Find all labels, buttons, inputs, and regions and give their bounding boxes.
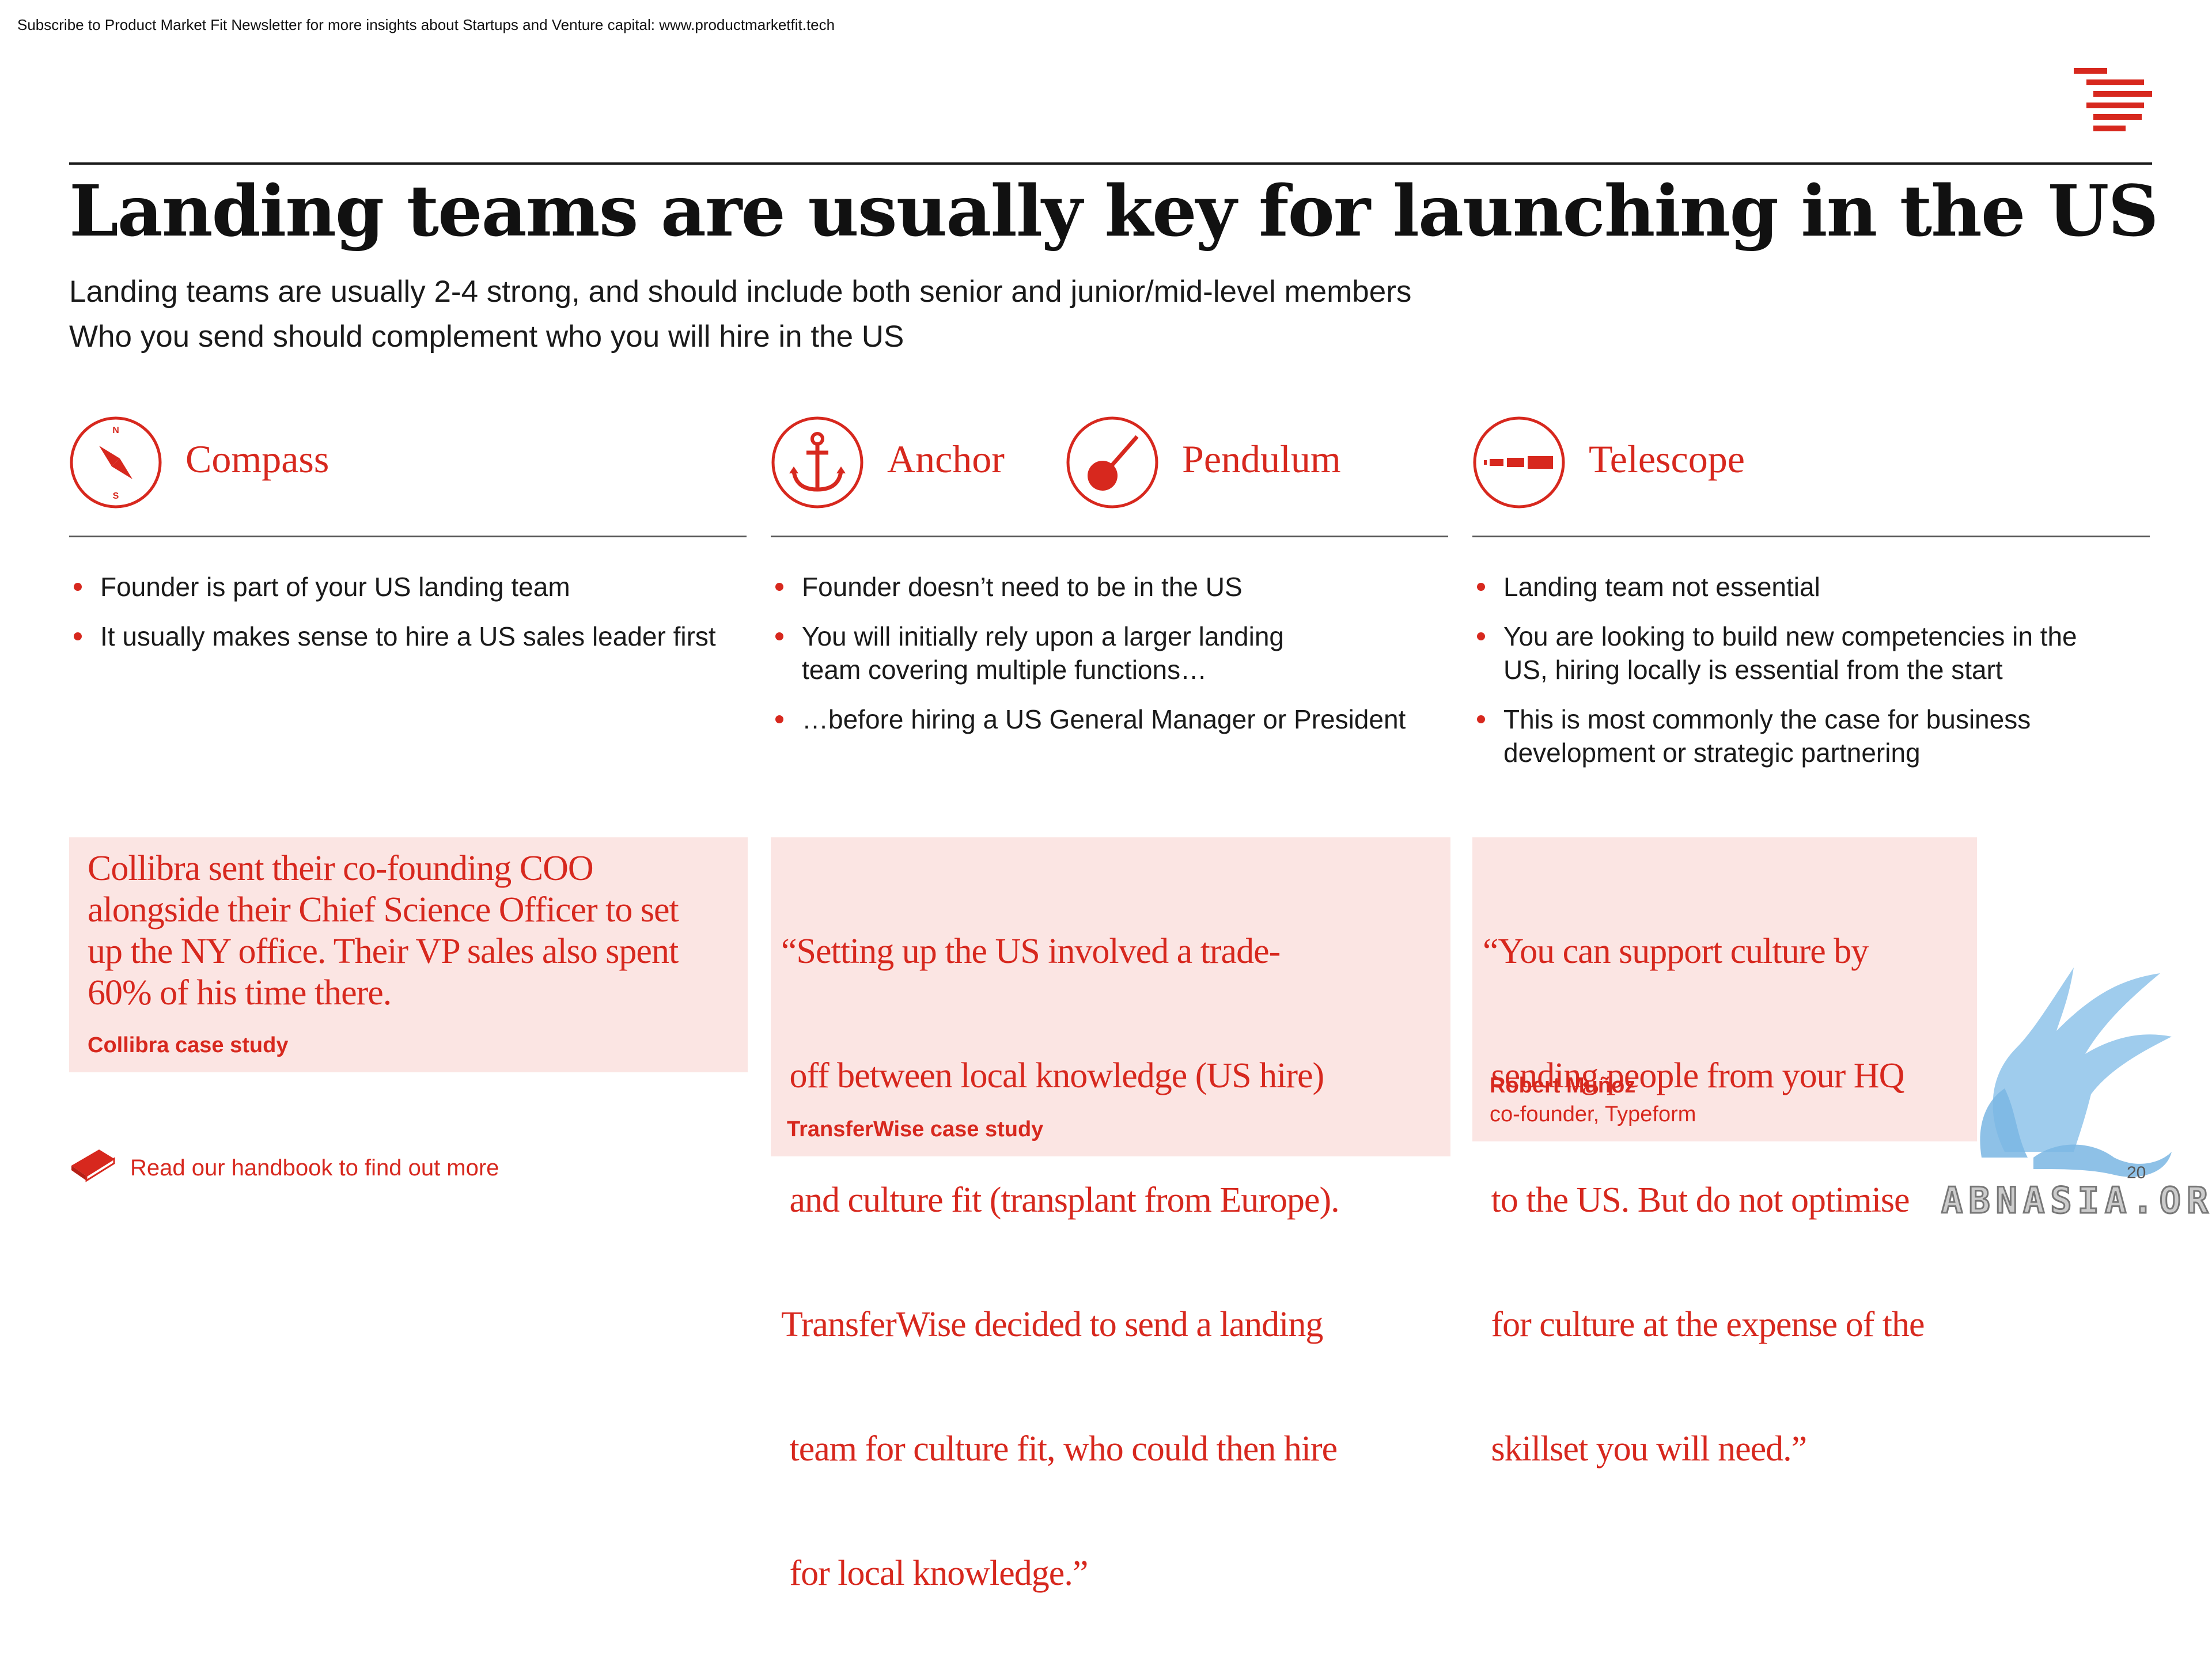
quote-box-transferwise: “Setting up the US involved a trade- off… <box>771 837 1450 1593</box>
telescope-heading: Telescope <box>1589 437 1745 481</box>
pendulum-heading: Pendulum <box>1182 437 1341 481</box>
quote-line: “Setting up the US involved a trade- <box>781 932 1281 971</box>
quote-source-transferwise: TransferWise case study <box>787 1117 1044 1141</box>
compass-icon: N S <box>70 416 162 509</box>
list-item: Founder doesn’t need to be in the US <box>773 570 1453 604</box>
list-item: Founder is part of your US landing team <box>71 570 751 604</box>
column-rule-anchor <box>771 536 1448 537</box>
anchor-heading: Anchor <box>887 437 1005 481</box>
quote-box-typeform: “You can support culture by sending peop… <box>1472 837 1977 1469</box>
list-item: You are looking to build new competencie… <box>1475 620 2126 686</box>
anchor-bullets: Founder doesn’t need to be in the US You… <box>773 570 1453 752</box>
quote-line: skillset you will need.” <box>1483 1429 1808 1469</box>
quote-box-collibra: Collibra sent their co-founding COO alon… <box>69 837 748 1072</box>
subtitle-line-1: Landing teams are usually 2-4 strong, an… <box>69 275 1412 309</box>
telescope-bullets: Landing team not essential You are looki… <box>1475 570 2126 786</box>
page-number: 20 <box>2127 1163 2146 1182</box>
list-item: This is most commonly the case for busin… <box>1475 703 2108 769</box>
quote-line: TransferWise decided to send a landing <box>781 1305 1323 1344</box>
quote-text-collibra: Collibra sent their co-founding COO alon… <box>88 848 744 1014</box>
quote-source-collibra: Collibra case study <box>88 1033 289 1057</box>
griffin-watermark-icon <box>1980 967 2172 1177</box>
quote-source-role: co-founder, Typeform <box>1490 1102 1696 1126</box>
quote-line: 60% of his time there. <box>88 973 392 1012</box>
page-subtitle: Landing teams are usually 2-4 strong, an… <box>69 270 1411 359</box>
subtitle-line-2: Who you send should complement who you w… <box>69 320 904 354</box>
quote-line: team for culture fit, who could then hir… <box>781 1429 1338 1469</box>
quote-line: up the NY office. Their VP sales also sp… <box>88 932 679 971</box>
quote-line: for local knowledge.” <box>781 1554 1089 1593</box>
compass-north-label: N <box>112 426 119 435</box>
title-rule <box>69 162 2152 165</box>
page-title: Landing teams are usually key for launch… <box>69 169 2158 252</box>
telescope-icon <box>1473 416 1565 509</box>
quote-text-transferwise: “Setting up the US involved a trade- off… <box>781 848 1444 1677</box>
list-item: Landing team not essential <box>1475 570 2126 604</box>
list-item: …before hiring a US General Manager or P… <box>773 703 1453 736</box>
newsletter-note: Subscribe to Product Market Fit Newslett… <box>17 16 835 33</box>
quote-line: alongside their Chief Science Officer to… <box>88 890 679 929</box>
list-item: You will initially rely upon a larger la… <box>773 620 1320 686</box>
quote-source-typeform: Robert Muñoz <box>1490 1073 1636 1098</box>
compass-south-label: S <box>113 491 119 501</box>
quote-text-typeform: “You can support culture by sending peop… <box>1483 848 1978 1553</box>
list-item: It usually makes sense to hire a US sale… <box>71 620 751 653</box>
pendulum-icon <box>1066 416 1158 509</box>
watermark-text: ABNASIA.ORG <box>1941 1179 2212 1223</box>
quote-line: “You can support culture by <box>1483 932 1869 971</box>
compass-heading: Compass <box>185 437 329 481</box>
column-rule-telescope <box>1472 536 2150 537</box>
anchor-icon <box>771 416 863 509</box>
quote-line: for culture at the expense of the <box>1483 1305 1925 1344</box>
column-rule-compass <box>69 536 747 537</box>
compass-bullets: Founder is part of your US landing team … <box>71 570 751 669</box>
brand-logo <box>2074 68 2152 131</box>
quote-line: Collibra sent their co-founding COO <box>88 849 594 888</box>
book-icon[interactable] <box>69 1146 116 1184</box>
quote-line: to the US. But do not optimise <box>1483 1181 1910 1220</box>
quote-line: off between local knowledge (US hire) <box>781 1056 1325 1095</box>
handbook-link[interactable]: Read our handbook to find out more <box>130 1155 499 1181</box>
quote-line: and culture fit (transplant from Europe)… <box>781 1181 1340 1220</box>
